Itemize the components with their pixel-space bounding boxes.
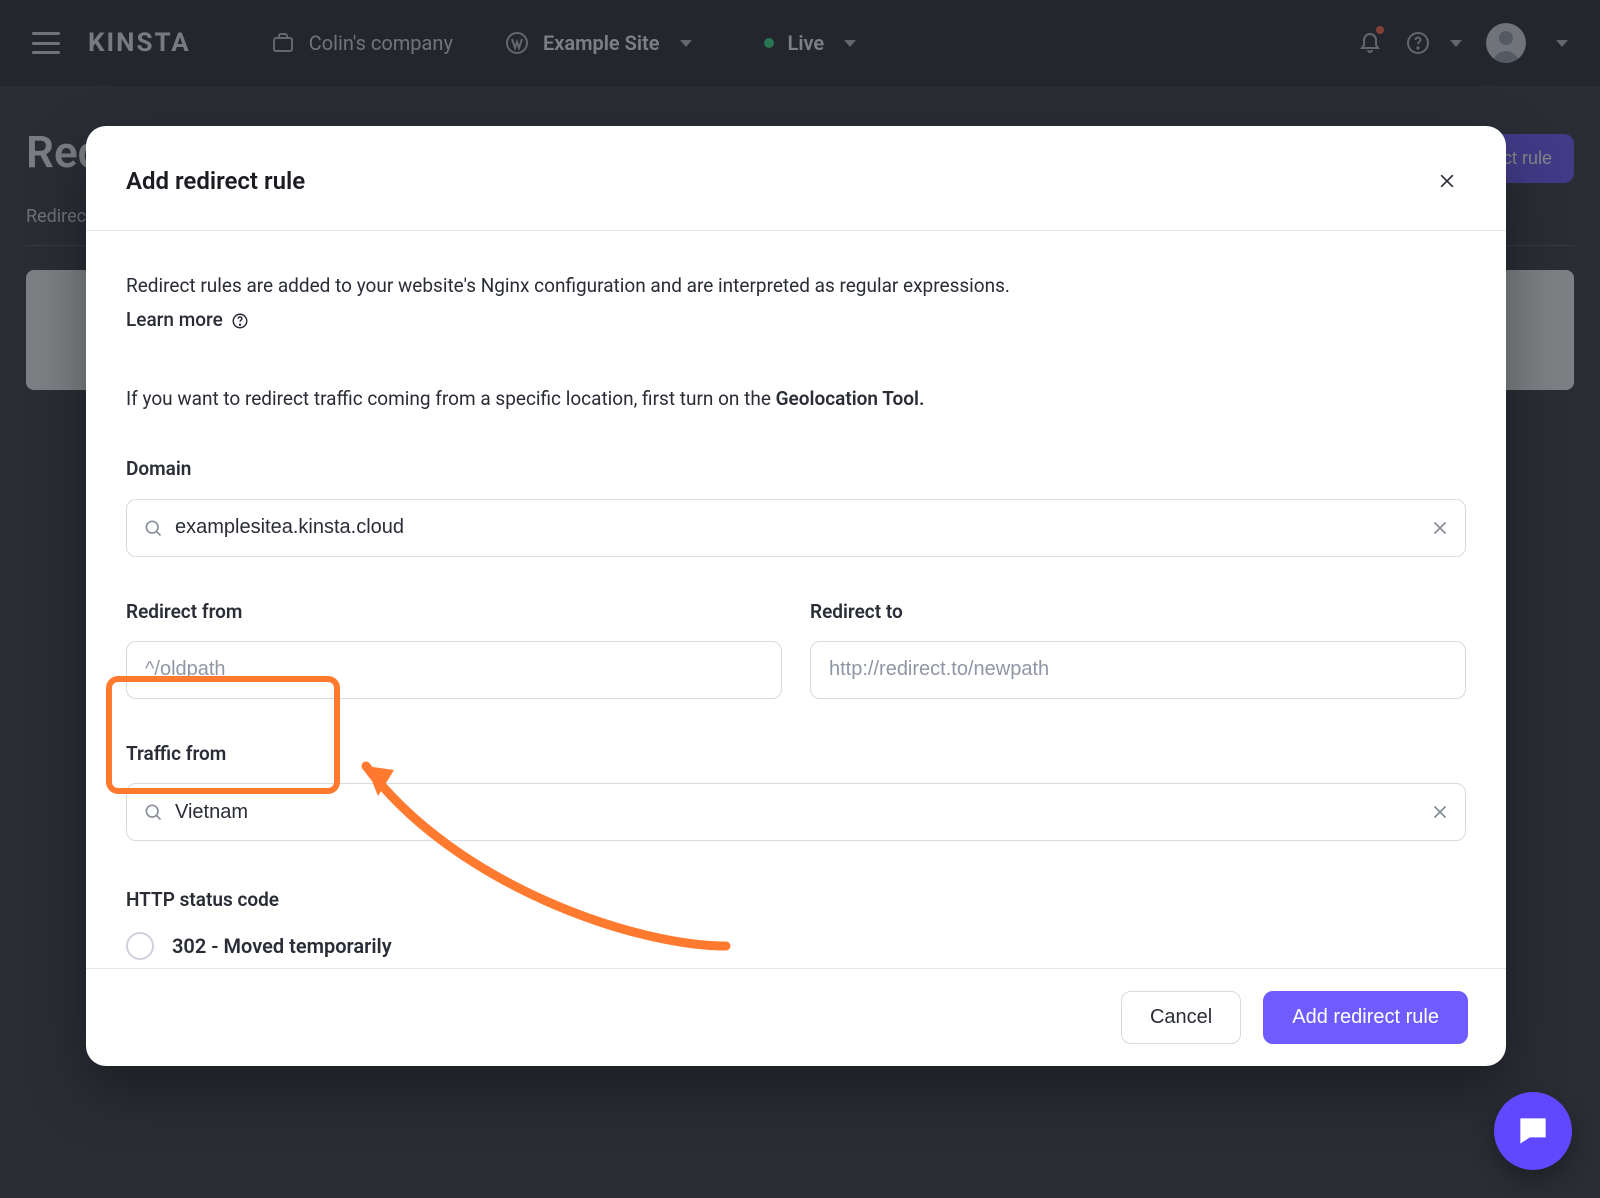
modal-title: Add redirect rule xyxy=(126,167,305,195)
add-redirect-button[interactable]: Add redirect rule xyxy=(1263,991,1468,1044)
geo-note-prefix: If you want to redirect traffic coming f… xyxy=(126,387,776,410)
domain-input[interactable] xyxy=(175,500,1417,556)
redirect-to-wrap[interactable] xyxy=(810,641,1466,699)
search-icon xyxy=(143,518,163,538)
field-traffic-from: Traffic from xyxy=(126,739,1466,841)
close-icon[interactable] xyxy=(1428,162,1466,200)
radio-302-label: 302 - Moved temporarily xyxy=(172,930,392,962)
domain-input-wrap[interactable] xyxy=(126,499,1466,557)
modal-footer: Cancel Add redirect rule xyxy=(86,968,1506,1066)
traffic-from-input[interactable] xyxy=(175,784,1417,840)
redirect-from-input[interactable] xyxy=(145,642,763,698)
modal-body: Redirect rules are added to your website… xyxy=(86,231,1506,968)
clear-icon[interactable] xyxy=(1429,801,1451,823)
field-redirect-from: Redirect from xyxy=(126,597,782,699)
traffic-from-wrap[interactable] xyxy=(126,783,1466,841)
redirect-to-input[interactable] xyxy=(829,642,1447,698)
modal-header: Add redirect rule xyxy=(86,126,1506,231)
search-icon xyxy=(143,802,163,822)
geolocation-note: If you want to redirect traffic coming f… xyxy=(126,384,1466,414)
field-domain: Domain xyxy=(126,454,1466,556)
traffic-from-label: Traffic from xyxy=(126,739,1466,769)
redirect-to-label: Redirect to xyxy=(810,597,1466,627)
field-http-status: HTTP status code 302 - Moved temporarily… xyxy=(126,885,1466,968)
redirect-from-label: Redirect from xyxy=(126,597,782,627)
external-link-icon xyxy=(231,312,249,330)
field-redirect-to: Redirect to xyxy=(810,597,1466,699)
status-code-label: HTTP status code xyxy=(126,885,1466,915)
domain-label: Domain xyxy=(126,454,1466,484)
modal-description: Redirect rules are added to your website… xyxy=(126,271,1466,301)
redirect-from-wrap[interactable] xyxy=(126,641,782,699)
cancel-button[interactable]: Cancel xyxy=(1121,991,1241,1044)
radio-302[interactable]: 302 - Moved temporarily xyxy=(126,930,1466,962)
radio-icon[interactable] xyxy=(126,932,154,960)
geo-tool-link[interactable]: Geolocation Tool. xyxy=(776,387,925,410)
clear-icon[interactable] xyxy=(1429,517,1451,539)
learn-more-link[interactable]: Learn more xyxy=(126,305,249,335)
add-redirect-modal: Add redirect rule Redirect rules are add… xyxy=(86,126,1506,1066)
learn-more-label: Learn more xyxy=(126,305,223,335)
chat-button[interactable] xyxy=(1494,1092,1572,1170)
